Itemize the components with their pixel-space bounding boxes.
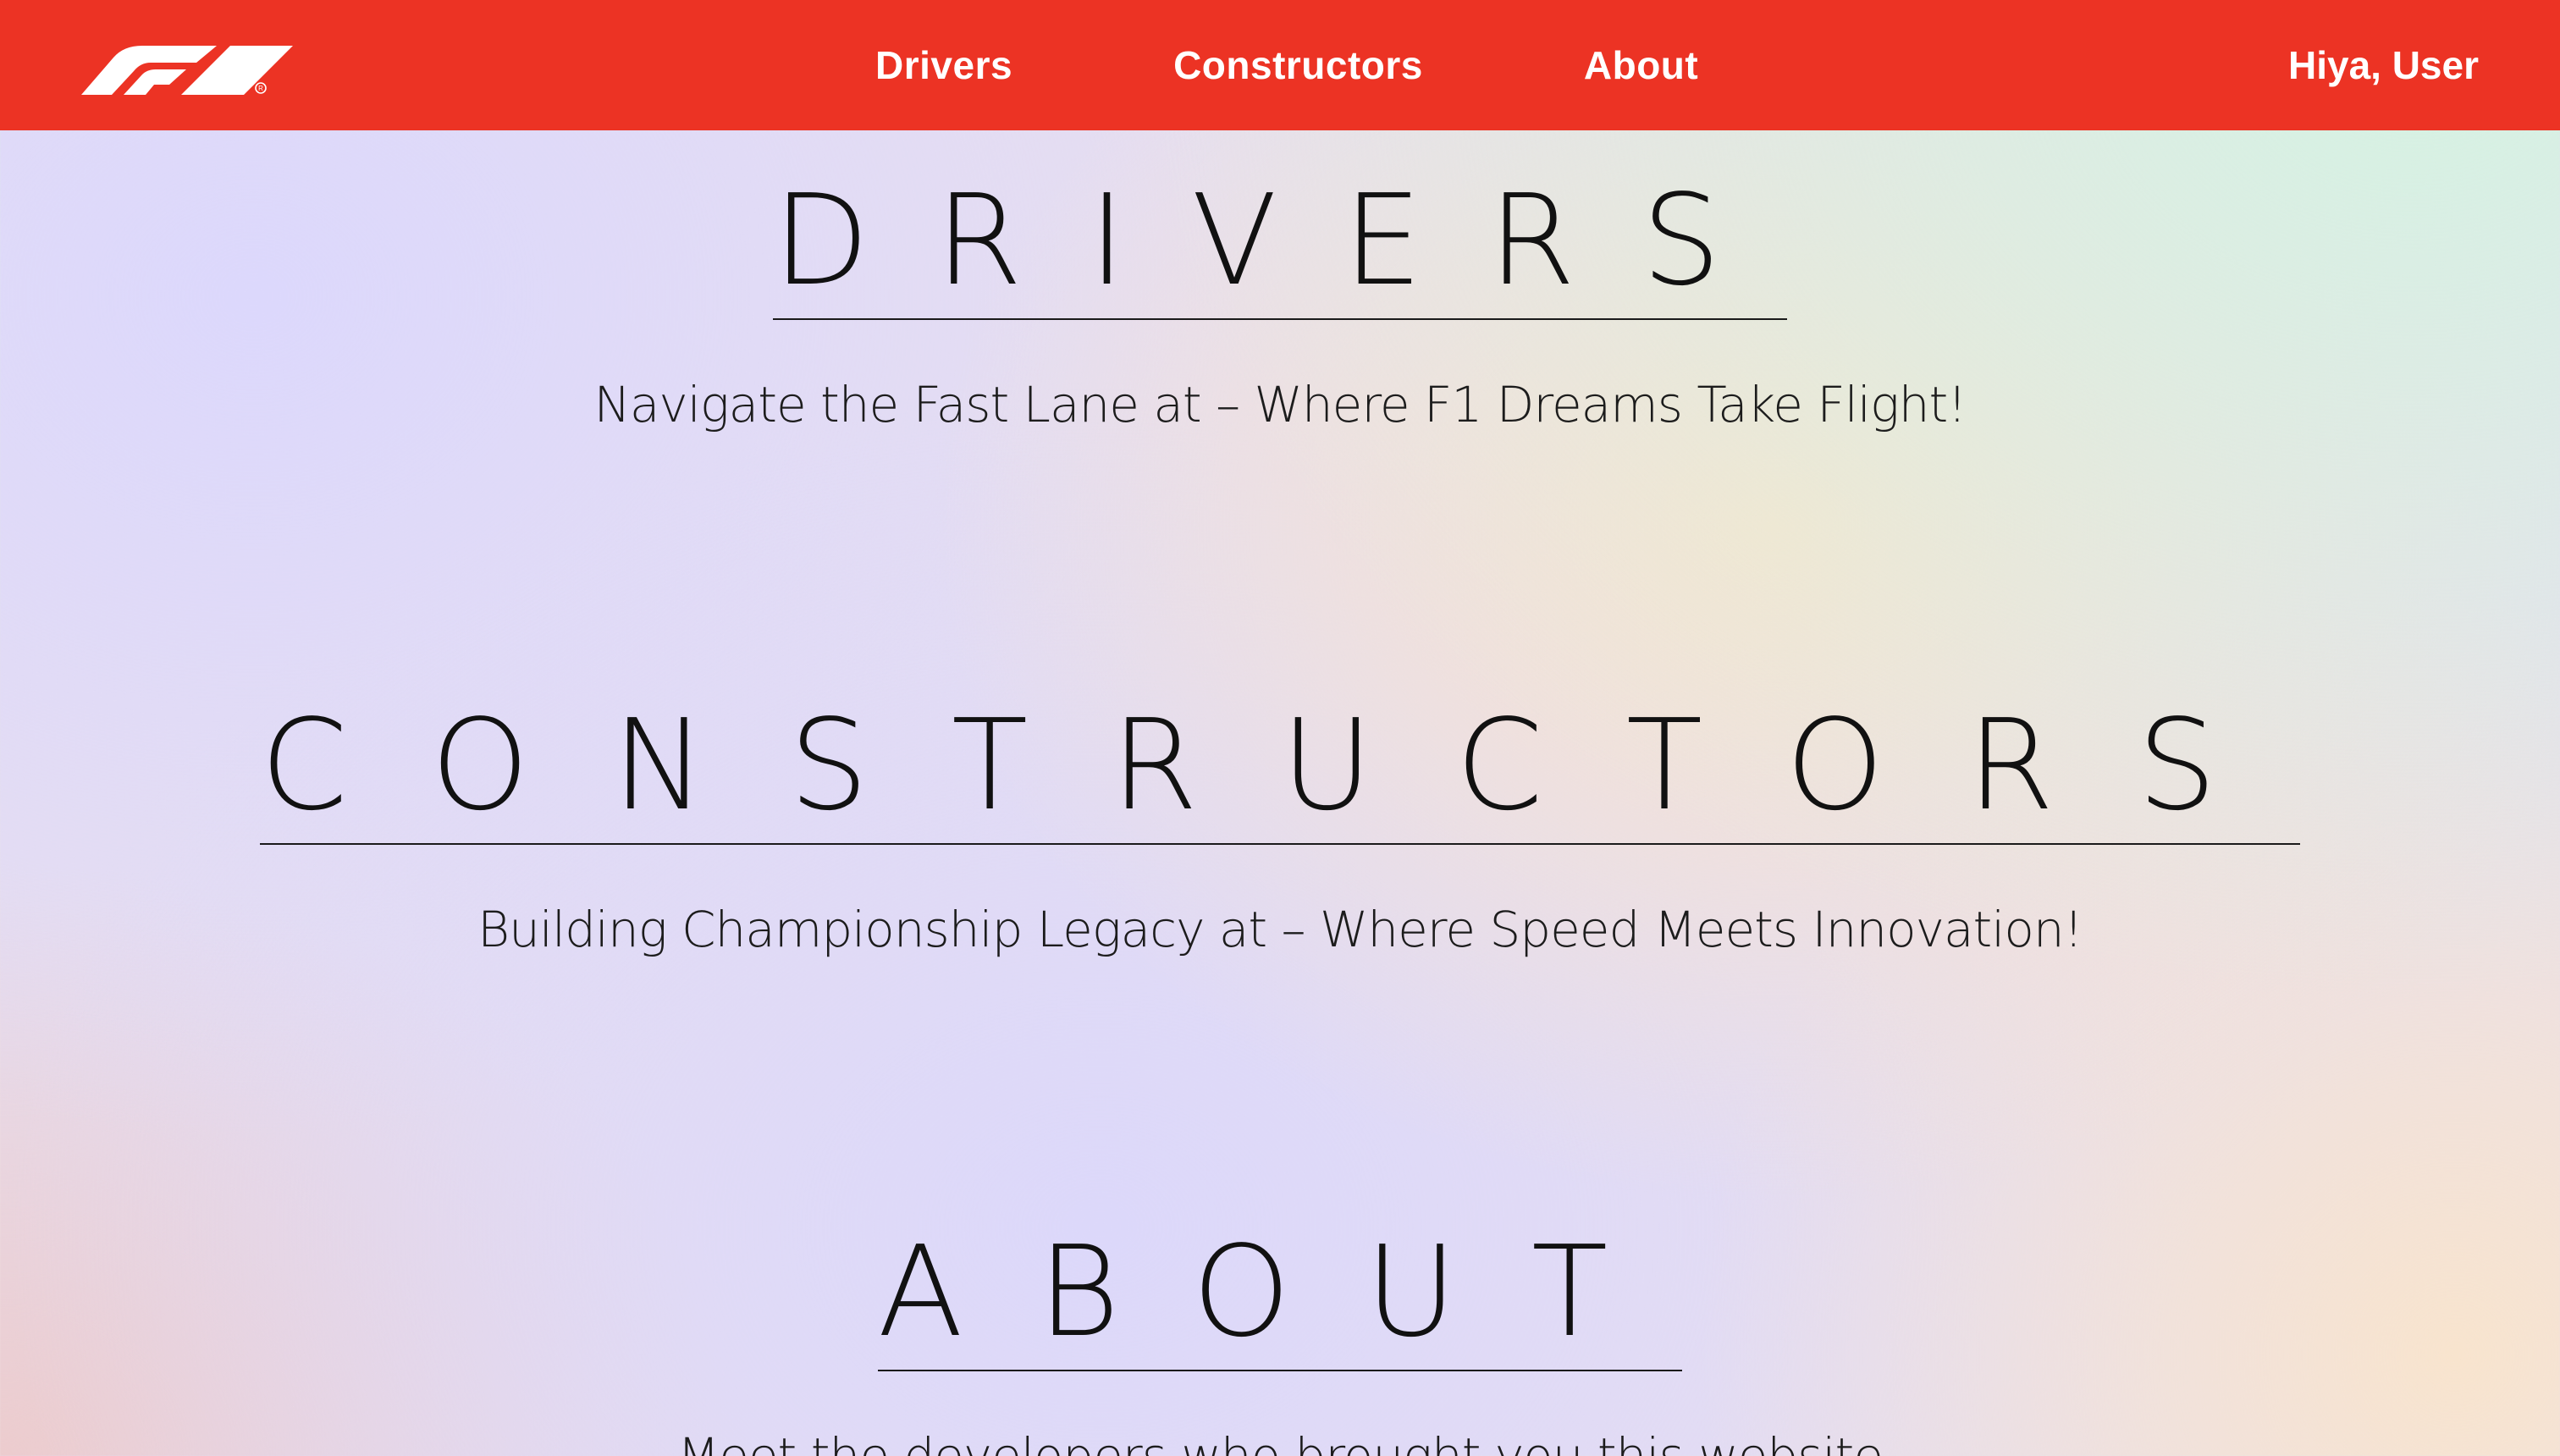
drivers-heading[interactable]: DRIVERS — [773, 178, 1787, 320]
drivers-tagline: Navigate the Fast Lane at – Where F1 Dre… — [593, 376, 1967, 433]
f1-logo-icon[interactable]: R — [81, 41, 293, 95]
constructors-section: CONSTRUCTORS Building Championship Legac… — [0, 703, 2560, 958]
constructors-tagline: Building Championship Legacy at – Where … — [477, 901, 2083, 958]
main-nav: Drivers Constructors About — [875, 0, 1698, 130]
svg-text:R: R — [258, 85, 263, 92]
constructors-heading[interactable]: CONSTRUCTORS — [260, 703, 2300, 845]
nav-link-about[interactable]: About — [1584, 42, 1698, 88]
about-heading[interactable]: ABOUT — [877, 1229, 1683, 1371]
nav-link-constructors[interactable]: Constructors — [1173, 42, 1423, 88]
user-greeting[interactable]: Hiya, User — [2288, 0, 2479, 130]
about-tagline: Meet the developers who brought you this… — [677, 1427, 1884, 1456]
nav-link-drivers[interactable]: Drivers — [875, 42, 1012, 88]
drivers-section: DRIVERS Navigate the Fast Lane at – Wher… — [0, 178, 2560, 433]
top-navbar: R Drivers Constructors About Hiya, User — [0, 0, 2560, 130]
about-section: ABOUT Meet the developers who brought yo… — [0, 1229, 2560, 1456]
